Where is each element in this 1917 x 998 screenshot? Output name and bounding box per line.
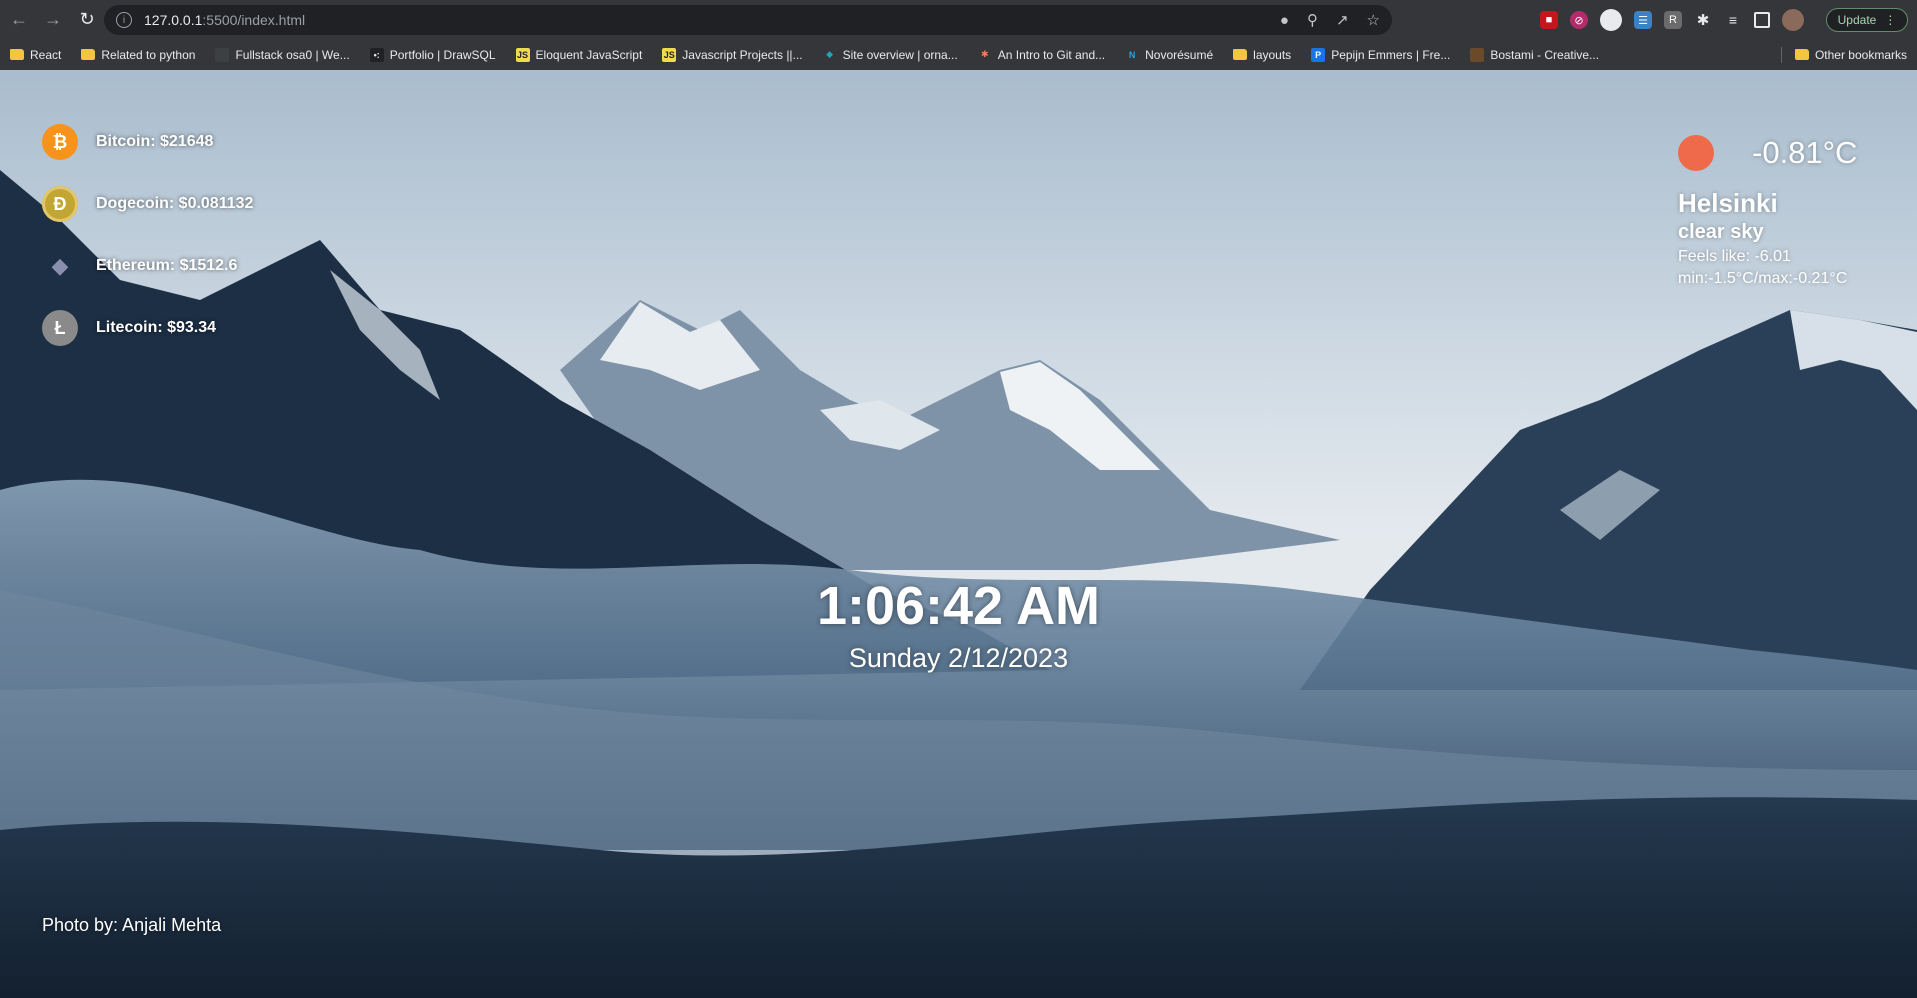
bookmark-item[interactable]: N Novorésumé <box>1115 48 1223 62</box>
crypto-item-ethereum: ◆ Ethereum: $1512.6 <box>42 248 253 284</box>
diamond-icon: ◆ <box>826 49 834 59</box>
ethereum-price: Ethereum: $1512.6 <box>96 257 238 274</box>
other-bookmarks[interactable]: Other bookmarks <box>1794 39 1907 70</box>
dashboard-page: ₿ Bitcoin: $21648 Ð Dogecoin: $0.081132 ◆ Eth… <box>0 70 1917 998</box>
url-host: 127.0.0.1 <box>144 12 203 28</box>
bookmark-label: Fullstack osa0 | We... <box>235 47 350 62</box>
page-icon <box>215 47 230 62</box>
bookmark-item[interactable]: Bostami - Creative... <box>1460 47 1609 62</box>
bookmark-item[interactable]: layouts <box>1223 48 1301 62</box>
dogecoin-icon: Ð <box>42 186 78 222</box>
site-info-icon[interactable]: i <box>116 12 132 28</box>
browser-toolbar: ← → ↻ i 127.0.0.1:5500/index.html ● ⚲ ↗ … <box>0 0 1917 39</box>
block-site-icon[interactable]: ⊘ <box>1570 11 1588 29</box>
back-icon[interactable]: ← <box>4 5 34 35</box>
bookmark-item[interactable]: •: Portfolio | DrawSQL <box>360 47 506 62</box>
crypto-item-bitcoin: ₿ Bitcoin: $21648 <box>42 124 253 160</box>
folder-icon <box>81 49 96 60</box>
url-path: :5500/index.html <box>202 12 306 28</box>
reader-icon[interactable]: R <box>1664 11 1682 29</box>
bookmark-star-icon[interactable]: ☆ <box>1367 11 1380 29</box>
mountain-background-image <box>0 70 1917 998</box>
feels-like: Feels like: -6.01 <box>1678 248 1791 265</box>
zoom-icon[interactable]: ⚲ <box>1307 11 1318 29</box>
bookmark-label: React <box>30 47 62 62</box>
crypto-item-dogecoin: Ð Dogecoin: $0.081132 <box>42 186 253 222</box>
avatar[interactable] <box>1782 9 1804 31</box>
folder-icon <box>1794 49 1809 60</box>
ublock-icon[interactable]: ■ <box>1540 11 1558 29</box>
bitcoin-price: Bitcoin: $21648 <box>96 133 214 150</box>
update-label: Update <box>1837 13 1877 27</box>
bookmark-item[interactable]: React <box>0 48 71 62</box>
pepijn-icon: P <box>1311 47 1326 62</box>
bookmark-label: Bostami - Creative... <box>1490 47 1600 62</box>
browser-chrome: ← → ↻ i 127.0.0.1:5500/index.html ● ⚲ ↗ … <box>0 0 1917 71</box>
other-bookmarks-label: Other bookmarks <box>1814 47 1907 62</box>
bookmark-item[interactable]: ✱ An Intro to Git and... <box>968 48 1115 62</box>
folder-icon <box>1233 49 1248 60</box>
bookmark-item[interactable]: P Pepijn Emmers | Fre... <box>1301 47 1460 62</box>
bookmark-label: An Intro to Git and... <box>997 47 1106 62</box>
js-icon: JS <box>515 47 530 62</box>
bookmarks-bar: React Related to python Fullstack osa0 | W… <box>0 39 1917 71</box>
sun-icon <box>1678 135 1714 171</box>
update-button[interactable]: Update ⋮ <box>1826 8 1908 32</box>
min-max-temperature: min:-1.5°C/max:-0.21°C <box>1678 270 1848 287</box>
bookmark-item[interactable]: JS Javascript Projects ||... <box>652 47 812 62</box>
bitcoin-icon: ₿ <box>42 124 78 160</box>
clock-time: 1:06:42 AM <box>816 576 1101 636</box>
bookmark-label: Site overview | orna... <box>842 47 958 62</box>
menu-dots-icon[interactable]: ⋮ <box>1884 13 1896 27</box>
bookmark-label: Pepijn Emmers | Fre... <box>1331 47 1451 62</box>
bookmark-label: layouts <box>1253 47 1292 62</box>
bookmark-label: Novorésumé <box>1145 47 1214 62</box>
reading-list-icon[interactable]: ≡ <box>1724 11 1742 29</box>
litecoin-icon: Ł <box>42 310 78 346</box>
litecoin-price: Litecoin: $93.34 <box>96 319 217 336</box>
bookmark-label: Related to python <box>101 47 196 62</box>
weather-description: clear sky <box>1678 221 1764 243</box>
extensions-puzzle-icon[interactable]: ✱ <box>1694 11 1712 29</box>
address-bar[interactable]: i 127.0.0.1:5500/index.html ● ⚲ ↗ ☆ <box>104 5 1392 35</box>
bookmark-label: Portfolio | DrawSQL <box>389 47 496 62</box>
reload-icon[interactable]: ↻ <box>72 5 102 35</box>
photo-credit: Photo by: Anjali Mehta <box>42 915 222 935</box>
crypto-list: ₿ Bitcoin: $21648 Ð Dogecoin: $0.081132 ◆ Eth… <box>42 124 253 372</box>
bookmark-item[interactable]: JS Eloquent JavaScript <box>506 47 653 62</box>
share-icon[interactable]: ↗ <box>1336 11 1349 29</box>
bostami-icon <box>1470 47 1485 62</box>
weather-widget: -0.81°C Helsinki clear sky Feels like: -… <box>1678 128 1908 288</box>
js-icon: JS <box>662 47 677 62</box>
crypto-item-litecoin: Ł Litecoin: $93.34 <box>42 310 253 346</box>
drawsql-icon: •: <box>369 47 384 62</box>
city-name: Helsinki <box>1678 188 1778 218</box>
translate-icon[interactable]: ☰ <box>1634 11 1652 29</box>
clock-date: Sunday 2/12/2023 <box>848 643 1069 673</box>
dogecoin-price: Dogecoin: $0.081132 <box>96 195 254 212</box>
bookmark-item[interactable]: Related to python <box>71 48 205 62</box>
extensions-bar: ■ ⊘ ☰ R ✱ ≡ <box>1540 5 1804 35</box>
novoresume-icon: N <box>1128 49 1136 60</box>
profile-circle-icon[interactable] <box>1600 9 1622 31</box>
bookmark-item[interactable]: Fullstack osa0 | We... <box>205 47 359 62</box>
hubspot-icon: ✱ <box>980 49 989 59</box>
side-panel-icon[interactable] <box>1754 12 1770 28</box>
temperature: -0.81°C <box>1752 135 1858 170</box>
folder-icon <box>10 49 24 60</box>
location-icon[interactable]: ● <box>1280 12 1289 29</box>
bookmark-item[interactable]: ◆ Site overview | orna... <box>813 48 968 62</box>
ethereum-icon: ◆ <box>51 253 69 278</box>
url-text[interactable]: 127.0.0.1:5500/index.html <box>144 12 305 28</box>
forward-icon[interactable]: → <box>38 5 68 35</box>
bookmark-label: Eloquent JavaScript <box>535 47 643 62</box>
bookmark-label: Javascript Projects ||... <box>682 47 803 62</box>
bookmarks-divider <box>1781 47 1782 63</box>
